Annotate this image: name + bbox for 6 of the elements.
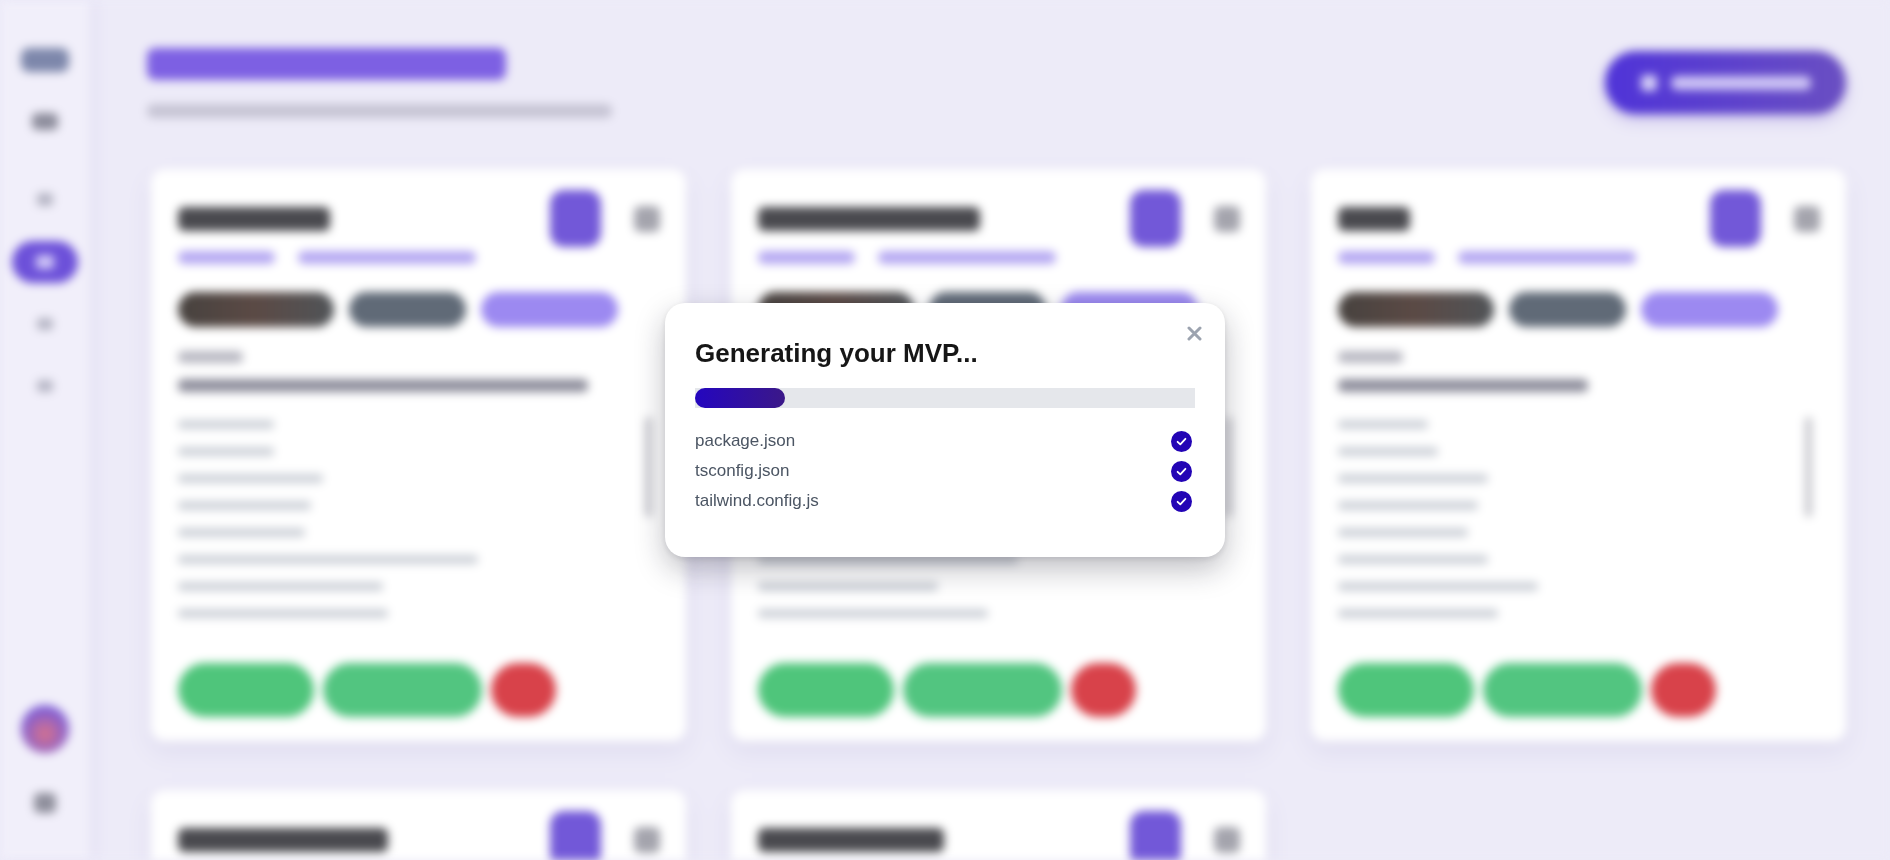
file-name: tsconfig.json — [695, 460, 790, 482]
close-button[interactable] — [1187, 326, 1202, 341]
close-icon — [1187, 326, 1202, 341]
dialog-title: Generating your MVP... — [695, 337, 979, 369]
file-name: package.json — [695, 430, 796, 452]
file-name: tailwind.config.js — [695, 490, 819, 512]
